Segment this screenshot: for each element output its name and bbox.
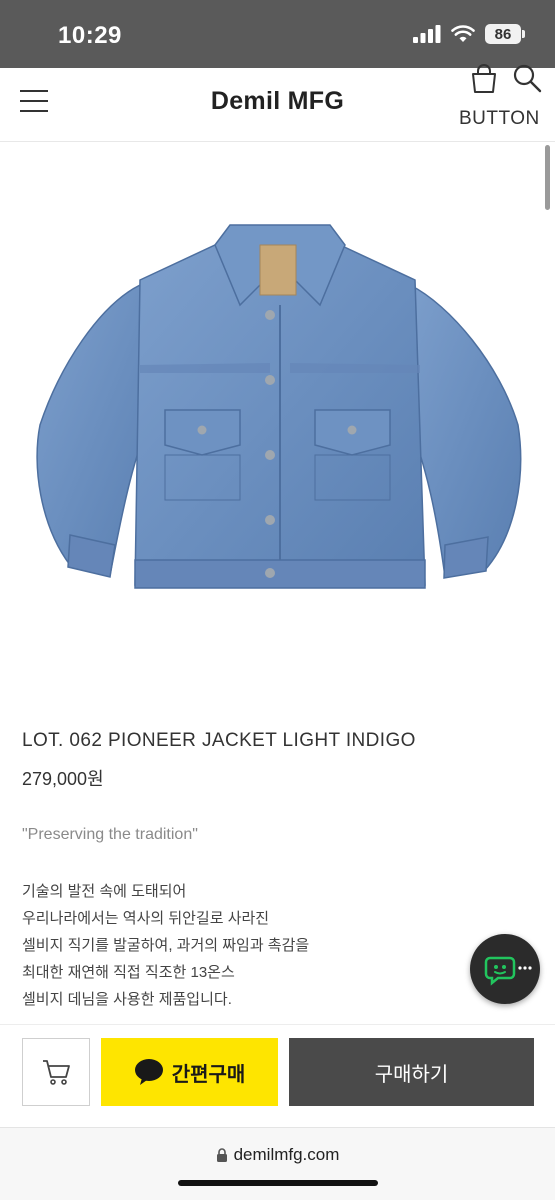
battery-icon: 86 [485,24,525,44]
chat-button[interactable] [470,934,540,1004]
kakao-talk-icon [134,1059,163,1085]
url-field[interactable]: demilmfg.com [0,1145,555,1165]
browser-address-bar: demilmfg.com [0,1127,555,1200]
status-time: 10:29 [58,22,122,49]
shopping-bag-icon[interactable] [470,64,498,94]
product-description: 기술의 발전 속에 도태되어 우리나라에서는 역사의 뒤안길로 사라진 셀비지 … [22,878,309,1013]
product-price: 279,000원 [22,769,104,789]
site-header: Demil MFG BUTTON [0,64,555,142]
description-line: 최대한 재연해 직접 직조한 13온스 [22,964,235,981]
buy-now-button[interactable]: 구매하기 [289,1038,534,1106]
kakao-quick-buy-button[interactable]: 간편구매 [101,1038,278,1106]
status-bar: 10:29 86 [0,0,555,68]
description-line: 우리나라에서는 역사의 뒤안길로 사라진 [22,910,270,927]
header-button-label[interactable]: BUTTON [459,108,540,130]
chat-icon [484,956,532,986]
description-line: 기술의 발전 속에 도태되어 [22,883,187,900]
add-to-cart-button[interactable] [22,1038,90,1106]
home-indicator [178,1180,378,1186]
product-image [36,224,522,589]
battery-level: 86 [485,24,521,44]
page-scrollbar[interactable] [545,145,550,210]
product-tagline: "Preserving the tradition" [22,826,198,843]
status-icons: 86 [413,24,525,44]
description-line: 셀비지 데님을 사용한 제품입니다. [22,991,232,1008]
search-icon[interactable] [511,62,543,94]
kakao-button-label: 간편구매 [171,1063,246,1086]
url-text: demilmfg.com [233,1145,340,1164]
wifi-icon [451,25,475,42]
product-name: LOT. 062 PIONEER JACKET LIGHT INDIGO [22,730,416,751]
lock-icon [216,1147,227,1162]
description-line: 셀비지 직기를 발굴하여, 과거의 짜임과 촉감을 [22,937,310,954]
purchase-bar: 간편구매 구매하기 [0,1024,555,1127]
signal-icon [413,25,441,43]
cart-icon [43,1060,70,1085]
